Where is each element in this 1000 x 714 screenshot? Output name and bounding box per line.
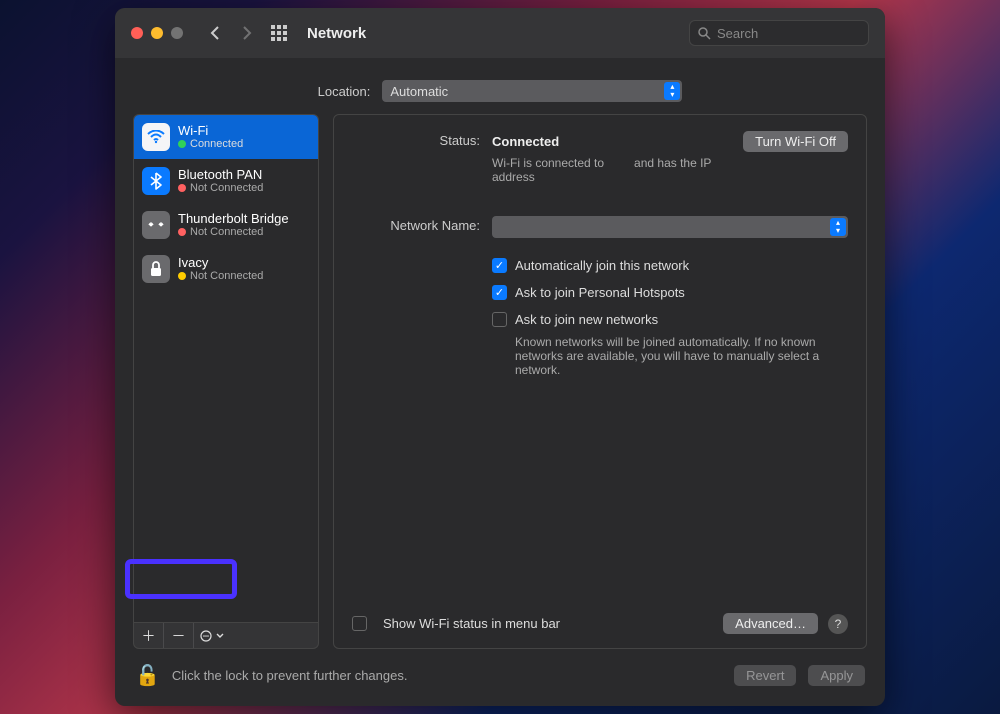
auto-join-label: Automatically join this network bbox=[515, 258, 848, 273]
sidebar-footer: ＋ － bbox=[133, 623, 319, 649]
network-preferences-window: Network Search Location: Automatic ▴▾ Wi… bbox=[115, 8, 885, 706]
service-bluetooth-pan[interactable]: Bluetooth PAN Not Connected bbox=[134, 159, 318, 203]
service-name: Bluetooth PAN bbox=[178, 168, 263, 183]
show-menubar-checkbox[interactable] bbox=[352, 616, 367, 631]
chevron-updown-icon: ▴▾ bbox=[830, 218, 846, 236]
status-value: Connected bbox=[492, 134, 559, 149]
network-name-label: Network Name: bbox=[352, 216, 480, 238]
chevron-down-icon bbox=[216, 633, 224, 639]
status-dot-icon bbox=[178, 228, 186, 236]
services-sidebar: Wi-Fi Connected Bluetooth PAN Not Connec… bbox=[133, 114, 319, 649]
close-icon[interactable] bbox=[131, 27, 143, 39]
ask-new-label: Ask to join new networks bbox=[515, 312, 848, 327]
service-ivacy[interactable]: Ivacy Not Connected bbox=[134, 247, 318, 291]
status-dot-icon bbox=[178, 272, 186, 280]
unlock-icon[interactable]: 🔓 bbox=[135, 663, 160, 688]
main-content: Wi-Fi Connected Bluetooth PAN Not Connec… bbox=[115, 114, 885, 649]
search-input[interactable]: Search bbox=[689, 20, 869, 46]
service-name: Wi-Fi bbox=[178, 124, 243, 139]
bottom-bar: 🔓 Click the lock to prevent further chan… bbox=[115, 649, 885, 706]
zoom-icon bbox=[171, 27, 183, 39]
advanced-button[interactable]: Advanced… bbox=[723, 613, 818, 634]
service-detail-panel: Status: Connected Turn Wi-Fi Off Wi-Fi i… bbox=[333, 114, 867, 649]
service-status: Not Connected bbox=[190, 182, 263, 194]
forward-button[interactable] bbox=[237, 23, 257, 43]
status-dot-icon bbox=[178, 140, 186, 148]
add-service-button[interactable]: ＋ bbox=[134, 623, 164, 648]
status-subtext-2: address bbox=[492, 170, 604, 184]
wifi-icon bbox=[142, 123, 170, 151]
chevron-updown-icon: ▴▾ bbox=[664, 82, 680, 100]
service-thunderbolt-bridge[interactable]: Thunderbolt Bridge Not Connected bbox=[134, 203, 318, 247]
revert-button[interactable]: Revert bbox=[734, 665, 796, 686]
apply-button[interactable]: Apply bbox=[808, 665, 865, 686]
remove-service-button[interactable]: － bbox=[164, 623, 194, 648]
location-label: Location: bbox=[318, 84, 371, 99]
service-status: Not Connected bbox=[190, 226, 263, 238]
location-select[interactable]: Automatic ▴▾ bbox=[382, 80, 682, 102]
status-dot-icon bbox=[178, 184, 186, 192]
service-name: Ivacy bbox=[178, 256, 263, 271]
service-status: Connected bbox=[190, 138, 243, 150]
service-wifi[interactable]: Wi-Fi Connected bbox=[134, 115, 318, 159]
status-subtext-1: Wi-Fi is connected to bbox=[492, 156, 604, 170]
lock-text: Click the lock to prevent further change… bbox=[172, 668, 408, 683]
ask-hotspot-checkbox[interactable]: ✓ bbox=[492, 285, 507, 300]
show-all-button[interactable] bbox=[269, 23, 289, 43]
search-icon bbox=[698, 27, 711, 40]
back-button[interactable] bbox=[205, 23, 225, 43]
location-row: Location: Automatic ▴▾ bbox=[115, 58, 885, 114]
service-actions-button[interactable] bbox=[194, 623, 318, 648]
auto-join-checkbox[interactable]: ✓ bbox=[492, 258, 507, 273]
help-button[interactable]: ? bbox=[828, 614, 848, 634]
thunderbolt-bridge-icon bbox=[142, 211, 170, 239]
service-status: Not Connected bbox=[190, 270, 263, 282]
traffic-lights bbox=[131, 27, 183, 39]
location-value: Automatic bbox=[390, 84, 448, 99]
ask-new-description: Known networks will be joined automatica… bbox=[515, 335, 825, 377]
status-label: Status: bbox=[352, 131, 480, 184]
minimize-icon[interactable] bbox=[151, 27, 163, 39]
window-title: Network bbox=[307, 25, 366, 42]
bluetooth-icon bbox=[142, 167, 170, 195]
ask-hotspot-label: Ask to join Personal Hotspots bbox=[515, 285, 848, 300]
services-list: Wi-Fi Connected Bluetooth PAN Not Connec… bbox=[133, 114, 319, 623]
search-placeholder: Search bbox=[717, 26, 758, 41]
status-subtext-right: and has the IP bbox=[634, 156, 711, 184]
service-name: Thunderbolt Bridge bbox=[178, 212, 289, 227]
wifi-toggle-button[interactable]: Turn Wi-Fi Off bbox=[743, 131, 848, 152]
network-name-select[interactable]: ▴▾ bbox=[492, 216, 848, 238]
titlebar: Network Search bbox=[115, 8, 885, 58]
show-menubar-label: Show Wi-Fi status in menu bar bbox=[383, 616, 560, 631]
lock-icon bbox=[142, 255, 170, 283]
ask-new-checkbox[interactable] bbox=[492, 312, 507, 327]
ellipsis-circle-icon bbox=[200, 629, 214, 643]
